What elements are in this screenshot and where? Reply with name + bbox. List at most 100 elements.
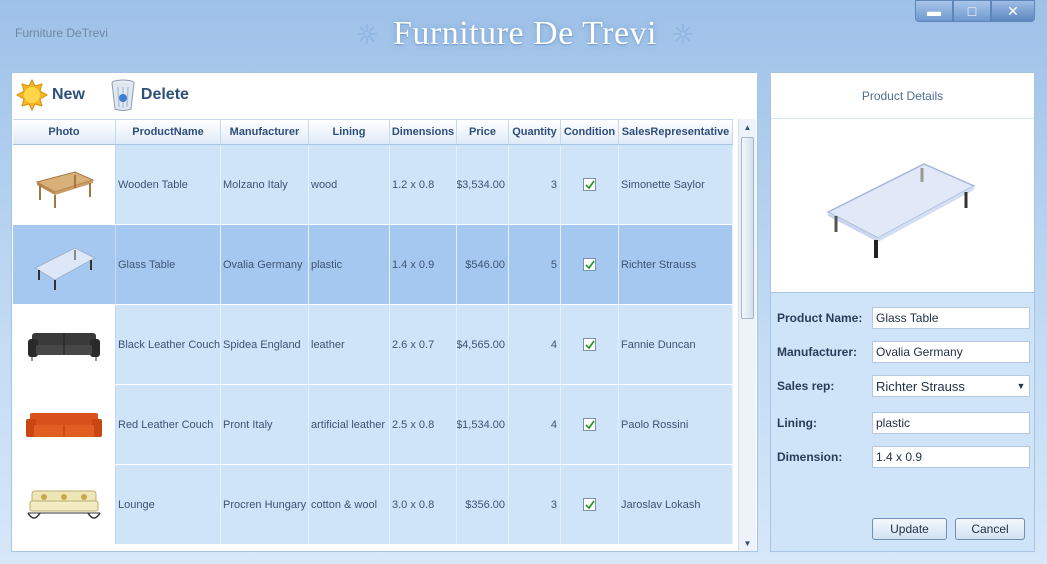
product-name-field[interactable]: Glass Table [872,307,1030,329]
check-icon [584,339,595,349]
dimensions-cell: 1.2 x 0.8 [390,145,457,224]
price-cell: $3,534.00 [457,145,509,224]
manufacturer-cell: Molzano Italy [221,145,309,224]
sales-rep-cell: Fannie Duncan [619,305,733,384]
scroll-thumb[interactable] [741,137,754,319]
condition-checkbox[interactable] [583,258,596,271]
details-photo [771,119,1034,293]
column-header-condition[interactable]: Condition [561,120,619,144]
quantity-cell: 3 [509,465,561,544]
table-row[interactable]: Black Leather Couch Spidea England leath… [13,305,733,385]
manufacturer-cell: Ovalia Germany [221,225,309,304]
new-label: New [52,86,85,103]
price-cell: $1,534.00 [457,385,509,464]
lounge-image [27,490,101,519]
scroll-down-icon[interactable]: ▼ [739,535,756,551]
photo-cell [13,225,116,304]
photo-cell [13,465,116,544]
sales-rep-cell: Richter Strauss [619,225,733,304]
new-icon [16,79,48,111]
table-row[interactable]: Lounge Procren Hungary cotton & wool 3.0… [13,465,733,545]
red-couch-image [26,412,102,437]
delete-button[interactable]: Delete [109,78,189,112]
lining-cell: artificial leather [309,385,390,464]
sales-rep-row: Sales rep: Richter Strauss ▼ [777,375,1031,397]
column-header-productname[interactable]: ProductName [116,120,221,144]
condition-cell [561,145,619,224]
column-header-price[interactable]: Price [457,120,509,144]
dimensions-cell: 2.6 x 0.7 [390,305,457,384]
table-row[interactable]: Wooden Table Molzano Italy wood 1.2 x 0.… [13,145,733,225]
window-controls: ▬ □ ✕ [915,0,1035,22]
minimize-button[interactable]: ▬ [915,0,953,22]
sales-rep-label: Sales rep: [777,379,835,393]
condition-checkbox[interactable] [583,498,596,511]
dimension-field[interactable]: 1.4 x 0.9 [872,446,1030,468]
check-icon [584,499,595,509]
column-header-manufacturer[interactable]: Manufacturer [221,120,309,144]
update-button[interactable]: Update [872,518,947,540]
scroll-up-icon[interactable]: ▲ [739,119,756,135]
condition-cell [561,225,619,304]
sales-rep-cell: Jaroslav Lokash [619,465,733,544]
products-panel: New Delete Photo ProductName Manufacture… [11,72,758,552]
price-cell: $4,565.00 [457,305,509,384]
dimension-label: Dimension: [777,450,843,464]
cancel-button[interactable]: Cancel [955,518,1025,540]
dimensions-cell: 2.5 x 0.8 [390,385,457,464]
close-button[interactable]: ✕ [991,0,1035,22]
banner: Furniture De Trevi [345,12,705,56]
app-window: Furniture DeTrevi Furniture De Trevi ▬ □… [0,0,1047,564]
check-icon [584,419,595,429]
column-header-photo[interactable]: Photo [13,120,116,144]
black-couch-image [28,332,100,361]
grid-scrollbar[interactable]: ▲ ▼ [738,119,756,551]
lining-cell: plastic [309,225,390,304]
manufacturer-cell: Procren Hungary [221,465,309,544]
price-cell: $546.00 [457,225,509,304]
manufacturer-field[interactable]: Ovalia Germany [872,341,1030,363]
photo-cell [13,305,116,384]
product-name-label: Product Name: [777,311,863,325]
quantity-cell: 4 [509,385,561,464]
window-title: Furniture DeTrevi [15,26,108,40]
lining-row: Lining: plastic [777,412,1031,434]
table-row[interactable]: Red Leather Couch Pront Italy artificial… [13,385,733,465]
table-row[interactable]: Glass Table Ovalia Germany plastic 1.4 x… [13,225,733,305]
condition-cell [561,305,619,384]
column-header-lining[interactable]: Lining [309,120,390,144]
flourish-left-icon [357,24,377,44]
manufacturer-cell: Spidea England [221,305,309,384]
condition-checkbox[interactable] [583,338,596,351]
maximize-button[interactable]: □ [953,0,991,22]
condition-checkbox[interactable] [583,418,596,431]
chevron-down-icon[interactable]: ▼ [1013,376,1029,396]
condition-cell [561,385,619,464]
lining-field[interactable]: plastic [872,412,1030,434]
price-cell: $356.00 [457,465,509,544]
quantity-cell: 3 [509,145,561,224]
quantity-cell: 5 [509,225,561,304]
product-name-cell: Wooden Table [116,145,221,224]
sales-rep-cell: Simonette Saylor [619,145,733,224]
column-header-dimensions[interactable]: Dimensions [390,120,457,144]
column-header-quantity[interactable]: Quantity [509,120,561,144]
product-name-cell: Black Leather Couch [116,305,221,384]
condition-checkbox[interactable] [583,178,596,191]
check-icon [584,179,595,189]
dimension-row: Dimension: 1.4 x 0.9 [777,446,1031,468]
product-name-row: Product Name: Glass Table [777,307,1031,329]
check-icon [584,259,595,269]
lining-cell: wood [309,145,390,224]
product-name-cell: Lounge [116,465,221,544]
banner-title: Furniture De Trevi [393,15,657,52]
new-button[interactable]: New [16,79,85,111]
manufacturer-row: Manufacturer: Ovalia Germany [777,341,1031,363]
details-title: Product Details [771,73,1034,119]
dimensions-cell: 3.0 x 0.8 [390,465,457,544]
column-header-salesrepresentative[interactable]: SalesRepresentative [619,120,733,144]
dimensions-cell: 1.4 x 0.9 [390,225,457,304]
sales-rep-select[interactable]: Richter Strauss ▼ [872,375,1030,397]
glass-table-image [33,246,97,290]
condition-cell [561,465,619,544]
